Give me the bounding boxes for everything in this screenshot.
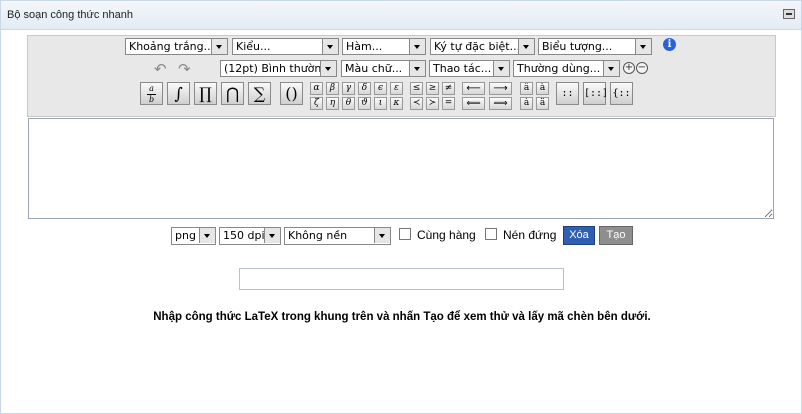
select-text-color[interactable]: Màu chữ... bbox=[341, 60, 426, 77]
select-function[interactable]: Hàm... bbox=[342, 38, 426, 55]
formula-editor-panel: Bộ soạn công thức nhanh Khoảng trắng... … bbox=[0, 0, 802, 414]
redo-icon[interactable]: ↷ bbox=[178, 60, 191, 78]
select-style[interactable]: Kiểu... bbox=[232, 38, 339, 55]
greek-alpha-button[interactable]: α bbox=[310, 82, 323, 95]
inline-label: Cùng hàng bbox=[417, 228, 476, 242]
bracket-matrix-button[interactable]: [::] bbox=[583, 82, 608, 105]
right-double-arrow-button[interactable]: ⟹ bbox=[489, 97, 512, 110]
inline-checkbox[interactable] bbox=[399, 228, 411, 240]
select-operation[interactable]: Thao tác... bbox=[429, 60, 510, 77]
undo-icon[interactable]: ↶ bbox=[154, 60, 167, 78]
chevron-down-icon bbox=[635, 39, 651, 54]
cases-button[interactable]: {:: bbox=[610, 82, 633, 105]
chevron-down-icon bbox=[199, 228, 215, 243]
chevron-down-icon bbox=[409, 39, 425, 54]
succ-button[interactable]: ≻ bbox=[426, 97, 439, 110]
greek-epsilon-button[interactable]: ϵ bbox=[374, 82, 387, 95]
chevron-down-icon bbox=[493, 61, 509, 76]
info-icon[interactable]: i bbox=[663, 38, 676, 51]
ddot-accent-button[interactable]: ä bbox=[536, 97, 549, 110]
create-button[interactable]: Tạo bbox=[599, 226, 633, 245]
select-font-size[interactable]: (12pt) Bình thường bbox=[220, 60, 337, 77]
collapse-icon[interactable] bbox=[783, 9, 795, 19]
grave-accent-button[interactable]: à bbox=[536, 82, 549, 95]
select-format[interactable]: png bbox=[171, 227, 216, 245]
neq-button[interactable]: ≠ bbox=[442, 82, 455, 95]
chevron-down-icon bbox=[374, 228, 390, 243]
select-common[interactable]: Thường dùng... bbox=[513, 60, 620, 77]
greek-theta-button[interactable]: θ bbox=[342, 97, 355, 110]
greek-kappa-button[interactable]: κ bbox=[390, 97, 403, 110]
greek-beta-button[interactable]: β bbox=[326, 82, 339, 95]
output-code-field[interactable] bbox=[239, 268, 564, 290]
select-special-char[interactable]: Ký tự đặc biệt... bbox=[430, 38, 535, 55]
right-arrow-button[interactable]: ⟶ bbox=[489, 82, 512, 95]
chevron-down-icon bbox=[264, 228, 280, 243]
compress-checkbox[interactable] bbox=[485, 228, 497, 240]
greek-delta-button[interactable]: δ bbox=[358, 82, 371, 95]
greek-eta-button[interactable]: η bbox=[326, 97, 339, 110]
greek-varepsilon-button[interactable]: ε bbox=[390, 82, 403, 95]
geq-button[interactable]: ≥ bbox=[426, 82, 439, 95]
greek-gamma-button[interactable]: γ bbox=[342, 82, 355, 95]
zoom-in-icon[interactable]: + bbox=[623, 62, 635, 74]
chevron-down-icon bbox=[320, 61, 336, 76]
chevron-down-icon bbox=[409, 61, 425, 76]
instruction-text: Nhập công thức LaTeX trong khung trên và… bbox=[153, 311, 651, 323]
greek-vartheta-button[interactable]: ϑ bbox=[358, 97, 371, 110]
dot-accent-button[interactable]: ȧ bbox=[520, 97, 533, 110]
chevron-down-icon bbox=[603, 61, 619, 76]
prec-button[interactable]: ≺ bbox=[410, 97, 423, 110]
chevron-down-icon bbox=[518, 39, 534, 54]
greek-zeta-button[interactable]: ζ bbox=[310, 97, 323, 110]
intersection-button[interactable]: ⋂ bbox=[221, 82, 244, 105]
panel-title: Bộ soạn công thức nhanh bbox=[7, 9, 134, 21]
chevron-down-icon bbox=[322, 39, 338, 54]
select-background[interactable]: Không nền bbox=[284, 227, 391, 245]
greek-iota-button[interactable]: ι bbox=[374, 97, 387, 110]
integral-button[interactable]: ∫ bbox=[167, 82, 190, 105]
equiv-button[interactable]: = bbox=[442, 97, 455, 110]
select-dpi[interactable]: 150 dpi bbox=[219, 227, 281, 245]
hat-accent-button[interactable]: â bbox=[520, 82, 533, 95]
select-symbol[interactable]: Biểu tượng... bbox=[538, 38, 652, 55]
sum-button[interactable]: ∑ bbox=[248, 82, 271, 105]
matrix-button[interactable]: :: bbox=[556, 82, 579, 105]
clear-button[interactable]: Xóa bbox=[563, 226, 595, 245]
chevron-down-icon bbox=[211, 39, 227, 54]
left-double-arrow-button[interactable]: ⟸ bbox=[462, 97, 485, 110]
fraction-button[interactable]: ab bbox=[140, 82, 163, 105]
left-arrow-button[interactable]: ⟵ bbox=[462, 82, 485, 95]
compress-label: Nén đứng bbox=[503, 228, 557, 242]
latex-input[interactable] bbox=[28, 118, 774, 219]
leq-button[interactable]: ≤ bbox=[410, 82, 423, 95]
parentheses-button[interactable]: () bbox=[280, 82, 303, 105]
product-button[interactable]: ∏ bbox=[194, 82, 217, 105]
zoom-out-icon[interactable]: − bbox=[636, 62, 648, 74]
panel-titlebar: Bộ soạn công thức nhanh bbox=[1, 1, 801, 30]
select-spacing[interactable]: Khoảng trắng... bbox=[125, 38, 228, 55]
